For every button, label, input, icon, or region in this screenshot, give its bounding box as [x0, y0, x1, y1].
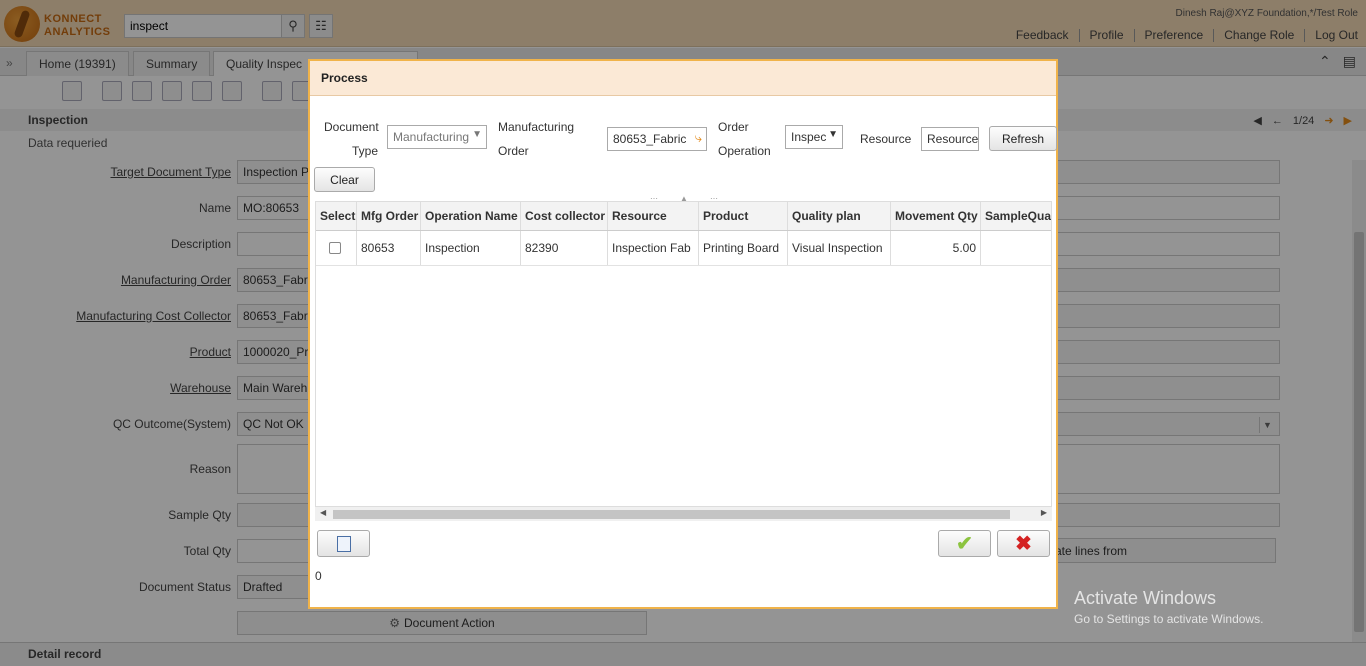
col-cost-collector[interactable]: Cost collector — [521, 202, 608, 230]
row-select-cell[interactable] — [316, 231, 357, 265]
op-label-1: Order — [718, 120, 749, 134]
scroll-right-icon[interactable]: ▶ — [1041, 508, 1047, 517]
cell-product: Printing Board — [699, 231, 788, 265]
mo-value: 80653_Fabric — [613, 132, 687, 146]
report-icon — [336, 535, 351, 552]
cell-movement-qty: 5.00 — [891, 231, 981, 265]
table-row[interactable]: 80653 Inspection 82390 Inspection Fab Pr… — [316, 231, 1051, 266]
doc-type-select[interactable]: Manufacturing ▼ — [387, 125, 487, 149]
col-movement-qty[interactable]: Movement Qty — [891, 202, 981, 230]
doc-type-label-1: Document — [324, 120, 379, 134]
doc-type-value: Manufacturing — [393, 130, 470, 144]
mo-label-2: Order — [498, 144, 529, 158]
report-button[interactable] — [317, 530, 370, 557]
col-product[interactable]: Product — [699, 202, 788, 230]
mo-search-field[interactable]: 80653_Fabric ⤷ — [607, 127, 707, 151]
watermark-line-2: Go to Settings to activate Windows. — [1074, 612, 1264, 626]
col-quality-plan[interactable]: Quality plan — [788, 202, 891, 230]
col-select[interactable]: Select — [316, 202, 357, 230]
checkmark-icon: ✔ — [956, 533, 973, 555]
col-mfg-order[interactable]: Mfg Order — [357, 202, 421, 230]
grid-scrollbar-thumb[interactable] — [333, 510, 1010, 519]
chevron-down-icon: ▼ — [828, 129, 838, 140]
process-dialog: Process Document Type Manufacturing ▼ Ma… — [308, 59, 1058, 609]
scroll-left-icon[interactable]: ◀ — [320, 508, 326, 517]
mo-label-1: Manufacturing — [498, 120, 575, 134]
cell-sample-qty — [981, 231, 1051, 265]
cell-quality-plan: Visual Inspection — [788, 231, 891, 265]
cell-resource: Inspection Fab — [608, 231, 699, 265]
close-icon: ✖ — [1015, 533, 1032, 555]
ok-button[interactable]: ✔ — [938, 530, 991, 557]
watermark-line-1: Activate Windows — [1074, 588, 1217, 608]
row-checkbox[interactable] — [329, 242, 341, 254]
process-grid: Select Mfg Order Operation Name Cost col… — [315, 201, 1052, 521]
clear-button[interactable]: Clear — [314, 167, 375, 192]
resource-field[interactable]: Resource — [921, 127, 979, 151]
col-sample-qty[interactable]: SampleQua — [981, 202, 1051, 230]
resource-label: Resource — [860, 132, 912, 146]
cell-cost-collector: 82390 — [521, 231, 608, 265]
doc-type-label-2: Type — [352, 144, 379, 158]
refresh-button[interactable]: Refresh — [989, 126, 1057, 151]
grid-header: Select Mfg Order Operation Name Cost col… — [316, 202, 1051, 231]
windows-watermark: Activate Windows Go to Settings to activ… — [1074, 588, 1263, 626]
op-value: Inspec — [791, 130, 827, 144]
col-operation-name[interactable]: Operation Name — [421, 202, 521, 230]
col-resource[interactable]: Resource — [608, 202, 699, 230]
op-select[interactable]: Inspec ▼ — [785, 125, 843, 149]
selected-count: 0 — [315, 569, 322, 583]
cell-operation-name: Inspection — [421, 231, 521, 265]
cancel-button[interactable]: ✖ — [997, 530, 1050, 557]
op-label-2: Operation — [718, 144, 771, 158]
grid-horizontal-scrollbar[interactable]: ◀ ▶ — [315, 506, 1052, 521]
lookup-icon[interactable]: ⤷ — [694, 130, 702, 146]
chevron-down-icon: ▼ — [472, 129, 482, 140]
cell-mfg-order: 80653 — [357, 231, 421, 265]
dialog-title: Process — [310, 61, 1056, 96]
